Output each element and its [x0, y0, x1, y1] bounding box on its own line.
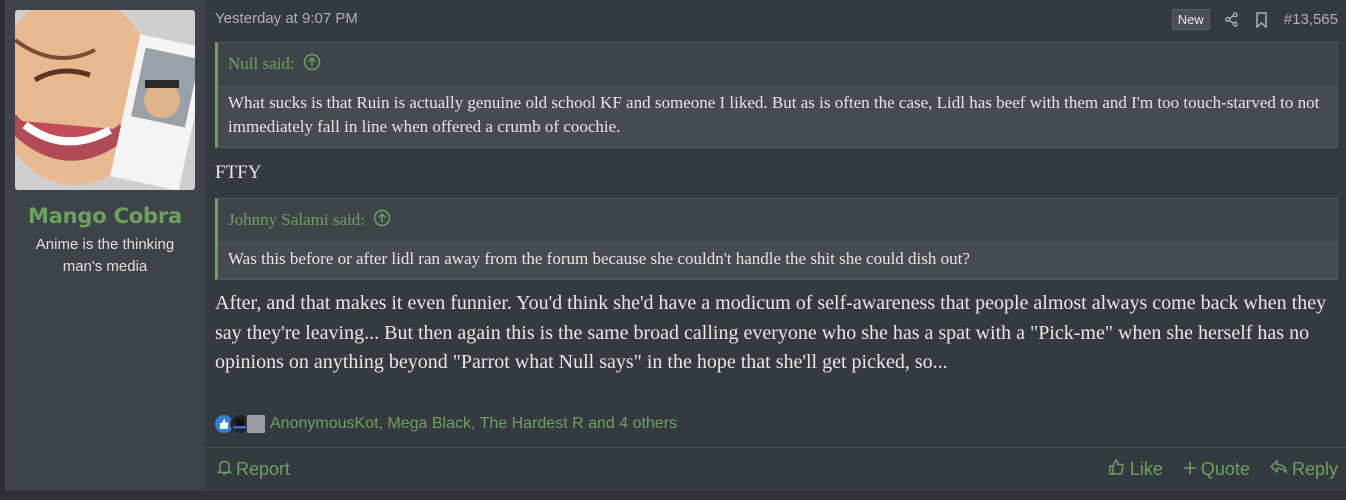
bookmark-icon[interactable] [1254, 11, 1270, 28]
user-avatar[interactable] [15, 10, 195, 190]
reaction-icons[interactable] [214, 414, 266, 434]
post-body-text: After, and that makes it even funnier. Y… [215, 292, 1327, 373]
reactions-bar: AnonymousKot, Mega Black, The Hardest R … [214, 414, 677, 434]
avatar-image [15, 10, 195, 190]
reply-arrow-icon [1269, 459, 1288, 480]
quote-author[interactable]: Null said: [228, 54, 295, 74]
report-button[interactable]: Report [216, 459, 291, 481]
quote-header: Null said: [218, 43, 1337, 85]
username[interactable]: Mango Cobra [28, 204, 182, 228]
post-number[interactable]: #13,565 [1284, 11, 1338, 28]
ftfy-text: FTFY [215, 162, 262, 183]
like-button[interactable]: Like [1108, 458, 1163, 481]
report-label: Report [236, 459, 291, 479]
quote-block-1: Null said: What sucks is that Ruin is ac… [215, 42, 1338, 148]
user-title: Anime is the thinking man's media [35, 236, 175, 275]
post-timestamp[interactable]: Yesterday at 9:07 PM [215, 10, 358, 27]
reply-button[interactable]: Reply [1269, 459, 1338, 480]
quote-author[interactable]: Johnny Salami said: [228, 210, 365, 230]
footer-left: Report [216, 459, 291, 481]
forum-post: Mango Cobra Anime is the thinking man's … [5, 0, 1346, 491]
post-footer: Report Like Quote Reply [205, 447, 1346, 491]
quote-block-2: Johnny Salami said: Was this before or a… [215, 198, 1338, 280]
bell-icon [216, 459, 233, 481]
reactions-users[interactable]: AnonymousKot, Mega Black, The Hardest R … [270, 415, 677, 433]
reply-label: Reply [1291, 459, 1338, 479]
like-label: Like [1129, 459, 1163, 479]
quote-header: Johnny Salami said: [218, 199, 1337, 241]
quote-button[interactable]: Quote [1183, 459, 1250, 480]
new-badge: New [1171, 9, 1210, 30]
quote-body: Was this before or after lidl ran away f… [218, 241, 1337, 279]
arrow-up-icon[interactable] [303, 53, 321, 76]
user-sidebar: Mango Cobra Anime is the thinking man's … [5, 0, 205, 491]
post-meta-actions: New #13,565 [1171, 9, 1338, 30]
share-icon[interactable] [1224, 12, 1240, 28]
footer-right: Like Quote Reply [1108, 458, 1338, 481]
quote-label: Quote [1200, 459, 1250, 479]
quote-body: What sucks is that Ruin is actually genu… [218, 85, 1337, 147]
thumbs-up-icon [1108, 458, 1126, 481]
plus-icon [1183, 459, 1197, 480]
ruler-icon [246, 414, 266, 434]
post-main: Yesterday at 9:07 PM New #13,565 Null sa… [205, 0, 1346, 491]
arrow-up-icon[interactable] [373, 209, 391, 232]
